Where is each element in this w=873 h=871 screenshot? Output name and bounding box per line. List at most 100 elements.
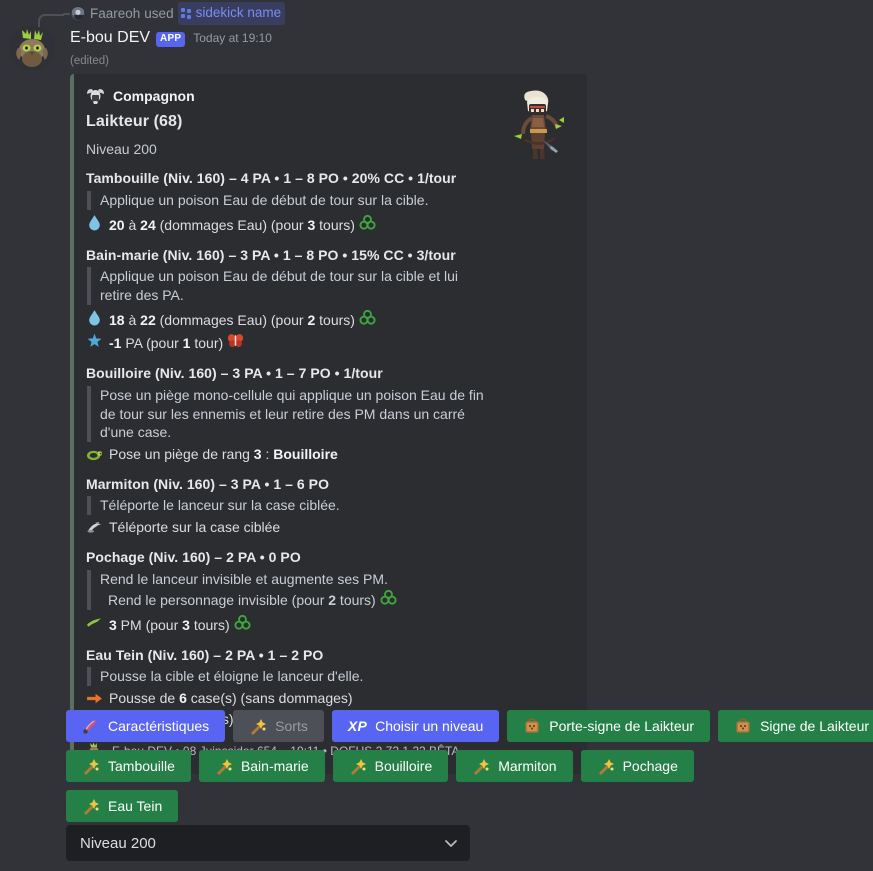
button-label: Sorts (275, 718, 308, 734)
spell-description: Pousse la cible et éloigne le lanceur d'… (87, 667, 487, 687)
spell-effect: 18 à 22 (dommages Eau) (pour 2 tours) (86, 308, 571, 330)
spell-header: Bain-marie (Niv. 160) – 3 PA • 1 – 8 PO … (86, 246, 456, 263)
pa-star-icon (87, 334, 102, 348)
embed-title: Laikteur (68) (86, 113, 183, 130)
message-components: Caractéristiques Sorts XP Choisir un niveau… (66, 710, 873, 830)
spell-description: Rend le lanceur invisible et augmente se… (87, 569, 487, 611)
sign-button[interactable]: Signe de Laikteur (718, 710, 873, 742)
spell-effect: 3 PM (pour 3 tours) (86, 613, 571, 635)
spell-effect: Téléporte sur la case ciblée (86, 518, 571, 537)
spell-list: Tambouille (Niv. 160) – 4 PA • 1 – 8 PO … (86, 169, 571, 728)
spell-block: Tambouille (Niv. 160) – 4 PA • 1 – 8 PO … (86, 169, 571, 234)
embed-author: Compagnon (86, 88, 571, 104)
helmet-icon (87, 89, 104, 104)
triskelion-icon (359, 214, 376, 230)
level-line: Niveau 200 (86, 141, 157, 157)
archer-character-thumbnail (514, 90, 564, 159)
wand-icon (474, 759, 490, 775)
avatar[interactable] (10, 26, 54, 70)
red-butterfly-icon (227, 334, 244, 348)
scroll-icon (83, 719, 97, 734)
trap-icon (86, 450, 103, 461)
spell-header: Bouilloire (Niv. 160) – 3 PA • 1 – 7 PO … (86, 365, 383, 382)
message-author[interactable]: E-bou DEV (70, 27, 150, 49)
action-row: Eau Tein (66, 790, 866, 822)
chevron-down-icon (445, 840, 457, 847)
button-label: Signe de Laikteur (760, 718, 870, 734)
spell-button-bain-marie[interactable]: Bain-marie (198, 750, 325, 782)
wand-icon (350, 759, 366, 775)
triskelion-icon (359, 309, 376, 325)
sign-bearer-button[interactable]: Porte-signe de Laikteur (507, 710, 711, 742)
triskelion-icon (380, 590, 397, 605)
pm-arrow-icon (87, 618, 101, 627)
spell-effect-text: -1 PA (pour 1 tour) (109, 331, 244, 353)
spell-button-eau-tein[interactable]: Eau Tein (66, 790, 179, 822)
spell-header: Eau Tein (Niv. 160) – 2 PA • 1 – 2 PO (86, 646, 324, 663)
spell-effect-text: Pose un piège de rang 3 : Bouilloire (109, 446, 338, 463)
owl-creature-avatar (10, 26, 54, 70)
spell-effect: 20 à 24 (dommages Eau) (pour 3 tours) (86, 213, 571, 235)
spell-effect-text: Téléporte sur la case ciblée (109, 519, 281, 536)
button-label: Bain-marie (240, 758, 309, 774)
spell-button-marmiton[interactable]: Marmiton (456, 750, 573, 782)
characteristics-button[interactable]: Caractéristiques (66, 710, 226, 742)
spell-button-bouilloire[interactable]: Bouilloire (332, 750, 449, 782)
spell-description: Téléporte le lanceur sur la case ciblée. (87, 496, 487, 516)
command-user-name[interactable]: Faareoh (90, 4, 140, 24)
spell-block: Pochage (Niv. 160) – 2 PA • 0 PO Rend le … (86, 548, 571, 635)
button-label: Choisir un niveau (375, 718, 484, 734)
button-label: Bouilloire (374, 758, 433, 774)
push-arrow-icon (87, 693, 102, 704)
button-label: Tambouille (108, 758, 175, 774)
command-reply-header: Faareoh used sidekick name (0, 0, 873, 36)
spell-description: Applique un poison Eau de début de tour … (87, 267, 487, 305)
button-label: Porte-signe de Laikteur (549, 718, 695, 734)
embed-thumbnail[interactable] (505, 88, 573, 162)
spell-description: Applique un poison Eau de début de tour … (87, 190, 487, 210)
slash-command-label: sidekick name (195, 5, 282, 20)
action-row: Caractéristiques Sorts XP Choisir un niveau… (66, 710, 873, 742)
wand-icon (598, 759, 614, 775)
embed-description: Niveau 200 Tambouille (Niv. 160) – 4 PA … (86, 140, 571, 729)
spell-description: Pose un piège mono-cellule qui applique … (87, 385, 487, 443)
spell-effect: -1 PA (pour 1 tour) (86, 331, 571, 353)
spell-effect-text: 3 PM (pour 3 tours) (109, 613, 251, 635)
edited-marker: (edited) (70, 55, 109, 67)
spells-button[interactable]: Sorts (233, 710, 324, 742)
bag-icon (736, 718, 750, 733)
choose-level-button[interactable]: XP Choisir un niveau (331, 710, 500, 742)
triskelion-icon (234, 614, 251, 630)
spell-button-tambouille[interactable]: Tambouille (66, 750, 191, 782)
button-label: Pochage (622, 758, 678, 774)
spell-effect-text: Pousse de 6 case(s) (sans dommages) (109, 690, 353, 707)
app-badge: APP (156, 32, 186, 47)
teleport-icon (87, 521, 102, 533)
spell-effect: Pousse de 6 case(s) (sans dommages) (86, 689, 571, 708)
embed: Compagnon Laikteur (68) Niveau 200 Tambo… (70, 74, 587, 774)
water-drop-icon (89, 309, 100, 326)
spell-header: Marmiton (Niv. 160) – 3 PA • 1 – 6 PO (86, 475, 330, 492)
level-select[interactable]: Niveau 200 (66, 825, 470, 861)
level-select-value: Niveau 200 (80, 834, 156, 852)
wand-icon (251, 719, 267, 735)
spell-effect-text: 18 à 22 (dommages Eau) (pour 2 tours) (109, 308, 376, 330)
spell-button-pochage[interactable]: Pochage (580, 750, 694, 782)
slash-command-pill[interactable]: sidekick name (177, 2, 286, 25)
wand-icon (84, 759, 99, 775)
slash-command-icon (180, 7, 192, 19)
spell-header: Tambouille (Niv. 160) – 4 PA • 1 – 8 PO … (86, 170, 457, 187)
spell-block: Bouilloire (Niv. 160) – 3 PA • 1 – 7 PO … (86, 364, 571, 464)
discord-message-view: Faareoh used sidekick name E-bou DEV APP… (0, 0, 873, 871)
bag-icon (525, 718, 539, 733)
command-used-label: used (144, 5, 174, 21)
button-label: Eau Tein (108, 798, 163, 814)
message-timestamp: Today at 19:10 (193, 31, 272, 45)
wand-icon (216, 759, 232, 775)
xp-label: XP (347, 718, 368, 734)
wand-icon (84, 799, 99, 815)
spell-header: Pochage (Niv. 160) – 2 PA • 0 PO (86, 549, 301, 566)
message-header: E-bou DEV APP Today at 19:10 (70, 27, 272, 49)
button-label: Caractéristiques (108, 718, 210, 734)
spell-block: Marmiton (Niv. 160) – 3 PA • 1 – 6 PO Tél… (86, 475, 571, 537)
